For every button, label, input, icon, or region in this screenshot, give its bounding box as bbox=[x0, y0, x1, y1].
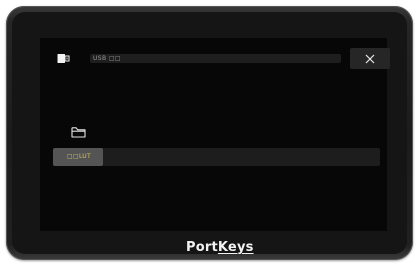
path-bar: USB □□ bbox=[90, 54, 341, 63]
file-list-row: □□LUT bbox=[53, 148, 380, 166]
file-item-lut-folder[interactable]: □□LUT bbox=[53, 148, 103, 166]
monitor-screen: USB □□ □□LUT bbox=[40, 38, 390, 231]
close-icon bbox=[365, 54, 375, 63]
brand-logo-prefix: Port bbox=[186, 240, 218, 255]
brand-logo-suffix: Keys bbox=[217, 240, 254, 255]
close-button[interactable] bbox=[350, 48, 390, 69]
folder-icon[interactable] bbox=[71, 126, 86, 138]
brand-logo: PortKeys bbox=[186, 240, 254, 255]
current-path: USB □□ bbox=[93, 55, 121, 62]
file-item-label: □□LUT bbox=[67, 153, 91, 160]
file-browser-header: USB □□ bbox=[40, 38, 390, 82]
usb-drive-icon[interactable] bbox=[57, 53, 70, 64]
